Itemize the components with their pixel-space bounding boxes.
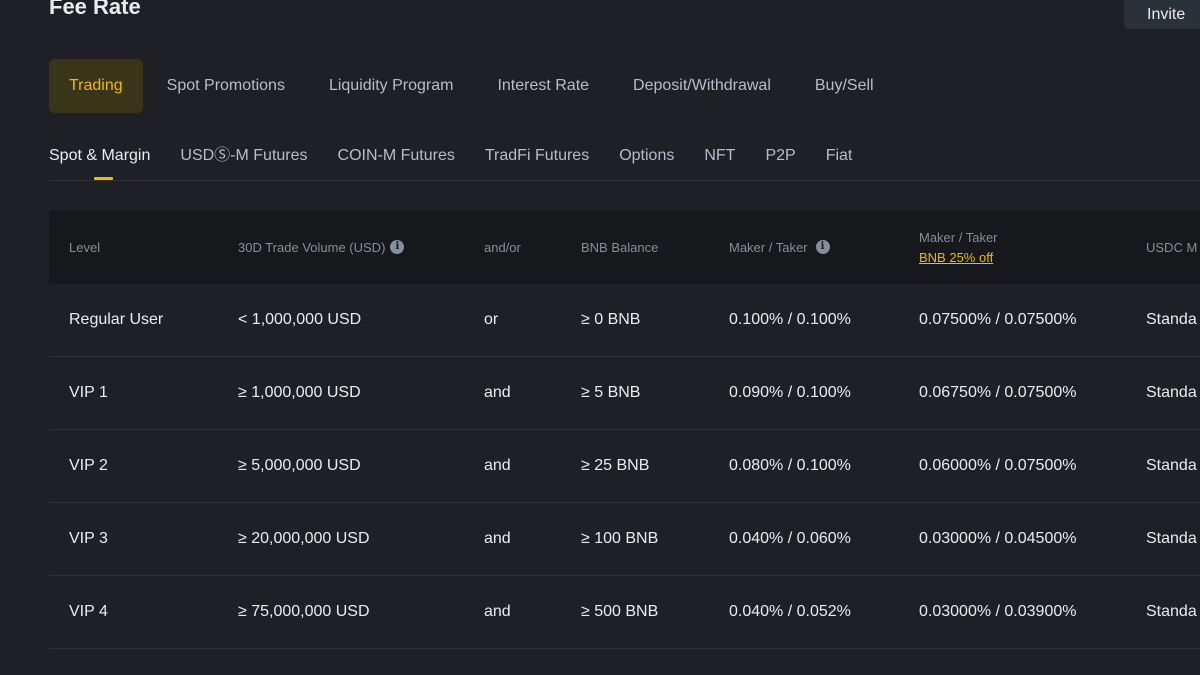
fee-rate-page: Fee Rate Invite Trading Spot Promotions … <box>0 0 1200 675</box>
table-row: VIP 2 ≥ 5,000,000 USD and ≥ 25 BNB 0.080… <box>49 430 1200 503</box>
cell-maker-taker: 0.090% / 0.100% <box>729 384 851 401</box>
bnb-discount-link[interactable]: BNB 25% off <box>919 250 993 265</box>
cell-bnb-balance: ≥ 25 BNB <box>581 457 650 474</box>
header-maker-taker-bnb: Maker / Taker BNB 25% off <box>919 210 998 284</box>
cell-volume: ≥ 75,000,000 USD <box>238 603 370 620</box>
cell-andor: and <box>484 603 511 620</box>
cell-maker-taker-bnb: 0.06750% / 0.07500% <box>919 384 1077 401</box>
fee-rate-table: Level 30D Trade Volume (USD) i and/or BN… <box>49 210 1200 649</box>
primary-tabs: Trading Spot Promotions Liquidity Progra… <box>49 59 898 113</box>
invite-button[interactable]: Invite <box>1124 0 1200 29</box>
cell-bnb-balance: ≥ 500 BNB <box>581 603 659 620</box>
subtab-fiat[interactable]: Fiat <box>826 142 853 170</box>
header-maker-taker-label: Maker / Taker <box>729 239 808 255</box>
active-tab-indicator <box>94 177 113 180</box>
cell-maker-taker-bnb: 0.03000% / 0.04500% <box>919 530 1077 547</box>
header-usdc: USDC M <box>1146 239 1198 255</box>
subtab-nft[interactable]: NFT <box>704 142 735 170</box>
page-title: Fee Rate <box>49 0 141 19</box>
cell-usdc: Standa <box>1146 457 1197 474</box>
info-icon[interactable]: i <box>390 240 405 254</box>
cell-maker-taker: 0.100% / 0.100% <box>729 311 851 328</box>
header-andor: and/or <box>484 239 521 255</box>
table-row: VIP 1 ≥ 1,000,000 USD and ≥ 5 BNB 0.090%… <box>49 357 1200 430</box>
cell-usdc: Standa <box>1146 603 1197 620</box>
cell-level: Regular User <box>69 311 164 328</box>
cell-maker-taker-bnb: 0.03000% / 0.03900% <box>919 603 1077 620</box>
cell-usdc: Standa <box>1146 384 1197 401</box>
subtab-spot-margin[interactable]: Spot & Margin <box>49 142 151 180</box>
cell-andor: and <box>484 384 511 401</box>
cell-maker-taker: 0.040% / 0.060% <box>729 530 851 547</box>
subtab-coin-m-futures[interactable]: COIN-M Futures <box>338 142 455 170</box>
cell-bnb-balance: ≥ 100 BNB <box>581 530 659 547</box>
cell-maker-taker-bnb: 0.07500% / 0.07500% <box>919 311 1077 328</box>
cell-level: VIP 2 <box>69 457 108 474</box>
header-maker-taker-bnb-label: Maker / Taker <box>919 229 998 245</box>
cell-usdc: Standa <box>1146 311 1197 328</box>
cell-bnb-balance: ≥ 0 BNB <box>581 311 641 328</box>
cell-maker-taker: 0.080% / 0.100% <box>729 457 851 474</box>
table-row: Regular User < 1,000,000 USD or ≥ 0 BNB … <box>49 284 1200 357</box>
tab-trading[interactable]: Trading <box>49 59 143 113</box>
tab-interest-rate[interactable]: Interest Rate <box>477 59 609 113</box>
cell-usdc: Standa <box>1146 530 1197 547</box>
subtab-p2p[interactable]: P2P <box>765 142 795 170</box>
header-maker-taker: Maker / Taker i <box>729 210 830 284</box>
cell-volume: ≥ 1,000,000 USD <box>238 384 361 401</box>
tab-deposit-withdrawal[interactable]: Deposit/Withdrawal <box>613 59 791 113</box>
tab-liquidity-program[interactable]: Liquidity Program <box>309 59 474 113</box>
subtab-usds-m-futures[interactable]: USDⓈ-M Futures <box>180 142 307 170</box>
cell-volume: ≥ 20,000,000 USD <box>238 530 370 547</box>
table-row: VIP 3 ≥ 20,000,000 USD and ≥ 100 BNB 0.0… <box>49 503 1200 576</box>
cell-maker-taker-bnb: 0.06000% / 0.07500% <box>919 457 1077 474</box>
cell-level: VIP 1 <box>69 384 108 401</box>
table-row: VIP 4 ≥ 75,000,000 USD and ≥ 500 BNB 0.0… <box>49 576 1200 649</box>
tab-spot-promotions[interactable]: Spot Promotions <box>147 59 305 113</box>
cell-volume: ≥ 5,000,000 USD <box>238 457 361 474</box>
cell-maker-taker: 0.040% / 0.052% <box>729 603 851 620</box>
header-bnb-balance: BNB Balance <box>581 239 659 255</box>
header-level: Level <box>69 239 101 255</box>
header-volume-label: 30D Trade Volume (USD) <box>238 239 386 255</box>
cell-bnb-balance: ≥ 5 BNB <box>581 384 641 401</box>
cell-level: VIP 3 <box>69 530 108 547</box>
cell-volume: < 1,000,000 USD <box>238 311 362 328</box>
cell-andor: and <box>484 530 511 547</box>
cell-level: VIP 4 <box>69 603 108 620</box>
cell-andor: or <box>484 311 499 328</box>
subtab-tradfi-futures[interactable]: TradFi Futures <box>485 142 589 170</box>
cell-andor: and <box>484 457 511 474</box>
header-volume: 30D Trade Volume (USD) i <box>238 210 405 284</box>
table-header: Level 30D Trade Volume (USD) i and/or BN… <box>49 210 1200 284</box>
subtab-label: Spot & Margin <box>49 147 151 164</box>
secondary-tabs: Spot & Margin USDⓈ-M Futures COIN-M Futu… <box>49 142 1200 181</box>
info-icon[interactable]: i <box>815 240 830 254</box>
subtab-options[interactable]: Options <box>619 142 674 170</box>
tab-buy-sell[interactable]: Buy/Sell <box>795 59 894 113</box>
